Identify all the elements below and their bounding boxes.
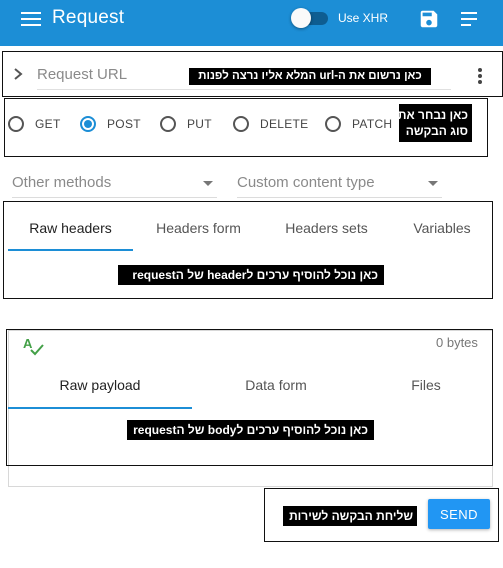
tab-raw-payload[interactable]: Raw payload (8, 377, 192, 393)
other-methods-select[interactable]: Other methods (12, 170, 217, 198)
methods-annotation-line1: כאן נבחר את (397, 108, 468, 122)
method-radio-delete[interactable]: DELETE (233, 116, 308, 132)
active-tab-indicator (8, 407, 192, 409)
toggle-thumb (291, 8, 311, 28)
more-vert-icon[interactable] (477, 66, 483, 86)
method-label: GET (35, 117, 61, 131)
method-label: PUT (187, 117, 212, 131)
send-button[interactable]: SEND (428, 499, 490, 529)
chevron-right-icon[interactable] (12, 67, 24, 81)
tab-headers-sets[interactable]: Headers sets (264, 220, 389, 236)
method-radio-put[interactable]: PUT (160, 116, 212, 132)
body-annotation: כאן נוכל להוסיף ערכים לbody של הrequest (127, 420, 374, 440)
active-tab-indicator (8, 249, 133, 251)
radio-circle (8, 116, 24, 132)
tab-headers-form[interactable]: Headers form (136, 220, 261, 236)
method-radio-get[interactable]: GET (8, 116, 61, 132)
tab-variables[interactable]: Variables (392, 220, 492, 236)
body-section (6, 329, 493, 466)
sort-lines-icon[interactable] (459, 10, 479, 28)
other-methods-label: Other methods (12, 174, 112, 191)
content-type-select[interactable]: Custom content type (237, 170, 442, 198)
use-xhr-label: Use XHR (338, 11, 389, 25)
arrow-drop-down-icon (428, 181, 438, 186)
svg-text:A: A (23, 336, 33, 351)
save-icon[interactable] (418, 8, 440, 30)
methods-annotation: כאן נבחר את סוג הבקשה (397, 104, 472, 142)
use-xhr-toggle[interactable] (291, 8, 329, 28)
radio-circle (233, 116, 249, 132)
content-type-label: Custom content type (237, 174, 375, 191)
methods-annotation-line2: סוג הבקשה (405, 124, 468, 138)
method-label: POST (107, 117, 141, 131)
radio-circle (325, 116, 341, 132)
headers-annotation: כאן נוכל להוסיף ערכים לheader של הreques… (118, 265, 384, 285)
arrow-drop-down-icon (203, 181, 213, 186)
send-annotation: שליחת הבקשה לשירות (283, 506, 417, 526)
method-radio-post[interactable]: POST (80, 116, 141, 132)
tab-files[interactable]: Files (368, 377, 484, 393)
method-label: PATCH (352, 117, 393, 131)
spellcheck-icon[interactable]: A (22, 336, 46, 358)
tab-data-form[interactable]: Data form (184, 377, 368, 393)
hamburger-icon[interactable] (21, 11, 41, 27)
app-title: Request (52, 7, 125, 28)
radio-circle (160, 116, 176, 132)
method-radio-patch[interactable]: PATCH (325, 116, 392, 132)
tab-raw-headers[interactable]: Raw headers (8, 220, 133, 236)
app-bar: Request Use XHR (0, 0, 503, 46)
radio-circle (80, 116, 96, 132)
method-label: DELETE (260, 117, 309, 131)
payload-size: 0 bytes (436, 335, 478, 350)
url-annotation: כאן נרשום את ה-url המלא אליו נרצה לפנות (189, 68, 431, 85)
